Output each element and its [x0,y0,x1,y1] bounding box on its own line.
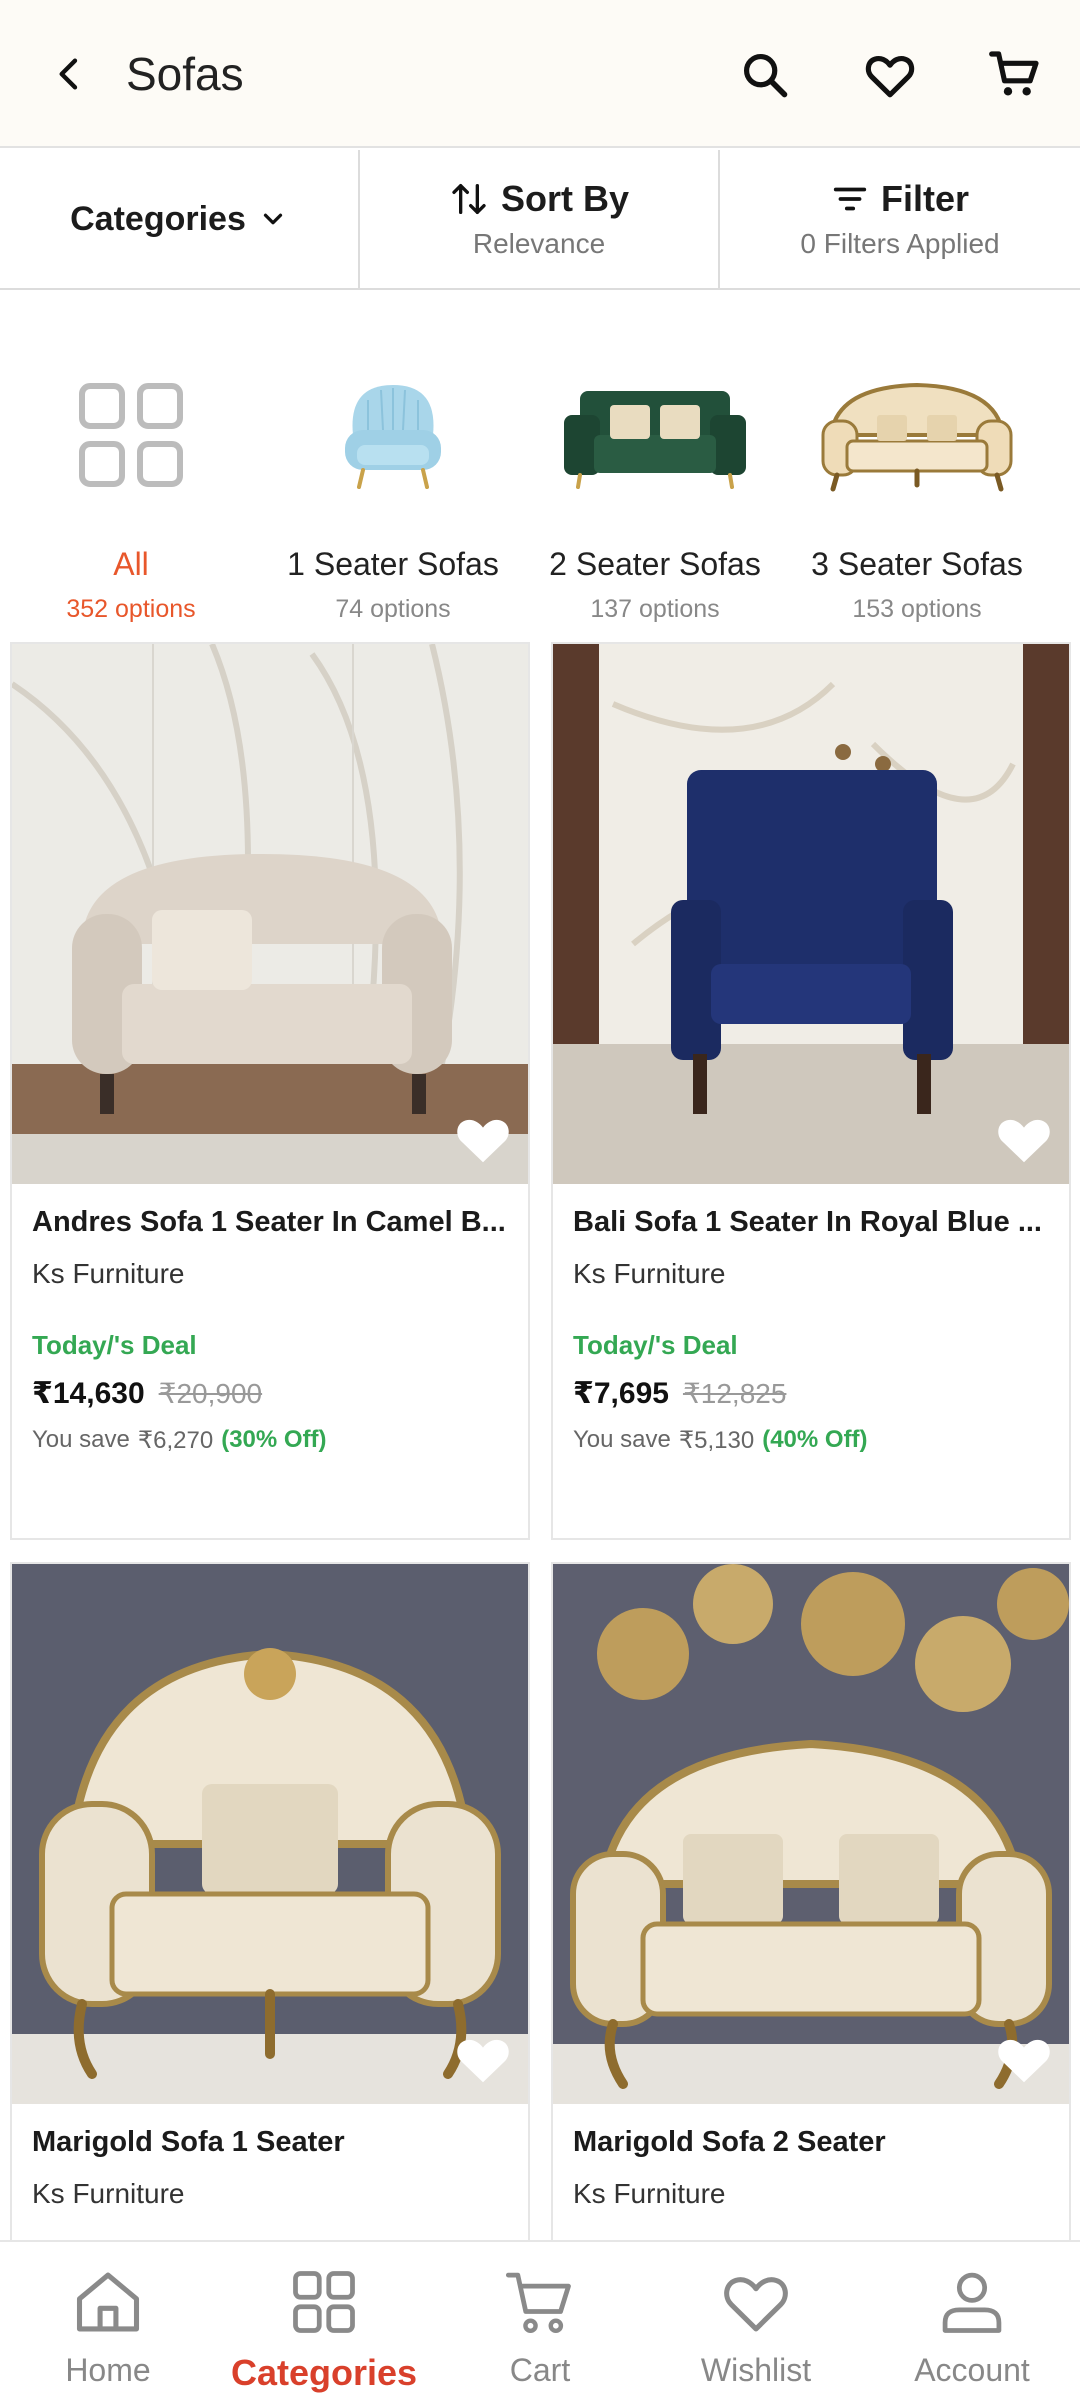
nav-label: Categories [230,2352,418,2393]
categories-icon [284,2262,364,2342]
discount-percent: (30% Off) [221,1426,327,1453]
nav-label: Account [914,2352,1030,2388]
back-arrow-icon [59,58,78,90]
list-toolbar: Categories Sort By Relevance Filter 0 Fi… [0,150,1080,290]
category-chip-count: 137 options [590,595,720,623]
all-categories-icon [21,360,241,510]
product-brand: Ks Furniture [573,1258,726,1289]
heart-icon [457,2039,509,2083]
add-to-wishlist-button[interactable] [448,2026,518,2092]
cart-icon [989,51,1039,96]
product-price: ₹14,630 [32,1377,145,1410]
sort-button[interactable]: Sort By Relevance [360,150,720,288]
category-chip-label: All [113,546,149,582]
heart-icon [716,2262,796,2342]
savings-prefix: You save [573,1426,671,1453]
nav-cart[interactable]: Cart [432,2242,648,2400]
product-image[interactable] [553,644,1069,1184]
discount-percent: (40% Off) [762,1426,868,1453]
product-mrp: ₹12,825 [682,1378,787,1409]
sort-value: Relevance [472,228,606,259]
three-seater-sofa-thumbnail [807,360,1027,510]
nav-wishlist[interactable]: Wishlist [648,2242,864,2400]
search-icon [743,53,788,98]
category-chip-label: 3 Seater Sofas [811,546,1023,582]
filter-button[interactable]: Filter 0 Filters Applied [720,150,1080,288]
category-chip-count: 352 options [66,595,196,623]
back-button[interactable] [40,44,100,104]
product-image[interactable] [553,1564,1069,2104]
cart-button[interactable] [980,40,1050,110]
category-chip-all[interactable]: All 352 options [0,360,262,626]
category-chip-2-seater[interactable]: 2 Seater Sofas 137 options [524,360,786,626]
product-name: Marigold Sofa 2 Seater [573,2126,886,2158]
wishlist-button[interactable] [855,40,925,110]
page-title: Sofas [126,48,244,100]
nav-home[interactable]: Home [0,2242,216,2400]
savings-amount: ₹5,130 [678,1427,755,1454]
savings-row: You save ₹5,130 (40% Off) [573,1426,868,1455]
category-chip-count: 74 options [335,595,451,623]
sort-label: Sort By [500,178,630,219]
category-chips: All 352 options 1 Seater Sofas 74 option… [0,360,1080,626]
category-chip-label: 1 Seater Sofas [287,546,499,582]
category-chip-count: 153 options [852,595,982,623]
cart-icon [500,2262,580,2342]
app-header: Sofas [0,0,1080,148]
product-name: Andres Sofa 1 Seater In Camel B... [32,1206,506,1238]
savings-amount: ₹6,270 [137,1427,214,1454]
filter-label: Filter [880,178,969,219]
savings-row: You save ₹6,270 (30% Off) [32,1426,327,1455]
product-brand: Ks Furniture [32,2178,185,2209]
add-to-wishlist-button[interactable] [989,1106,1059,1172]
home-icon [68,2262,148,2342]
account-icon [932,2262,1012,2342]
nav-label: Wishlist [700,2352,812,2388]
deal-badge: Today/'s Deal [32,1330,197,1360]
bottom-navigation: Home Categories Cart Wishlist Account [0,2240,1080,2400]
product-price: ₹7,695 [573,1377,669,1410]
sort-icon [452,184,486,214]
deal-badge: Today/'s Deal [573,1330,738,1360]
product-card[interactable]: Bali Sofa 1 Seater In Royal Blue ... Ks … [551,642,1071,1540]
price-row: ₹14,630 ₹20,900 [32,1376,262,1411]
filter-value: 0 Filters Applied [800,228,1000,259]
product-image[interactable] [12,1564,528,2104]
nav-label: Cart [509,2352,571,2388]
product-name: Bali Sofa 1 Seater In Royal Blue ... [573,1206,1042,1238]
two-seater-sofa-thumbnail [545,360,765,510]
product-name: Marigold Sofa 1 Seater [32,2126,345,2158]
nav-account[interactable]: Account [864,2242,1080,2400]
product-card[interactable]: Marigold Sofa 1 Seater Ks Furniture [10,1562,530,2262]
heart-icon [865,56,915,98]
one-seater-sofa-thumbnail [283,360,503,510]
add-to-wishlist-button[interactable] [448,1106,518,1172]
category-chip-label: 2 Seater Sofas [549,546,761,582]
product-brand: Ks Furniture [573,2178,726,2209]
heart-icon [457,1119,509,1163]
product-image[interactable] [12,644,528,1184]
product-brand: Ks Furniture [32,1258,185,1289]
filter-icon [833,187,867,211]
nav-categories[interactable]: Categories [216,2242,432,2400]
heart-icon [998,1119,1050,1163]
product-card[interactable]: Marigold Sofa 2 Seater Ks Furniture [551,1562,1071,2262]
price-row: ₹7,695 ₹12,825 [573,1376,786,1411]
heart-icon [998,2039,1050,2083]
add-to-wishlist-button[interactable] [989,2026,1059,2092]
search-button[interactable] [730,40,800,110]
categories-dropdown[interactable]: Categories [0,150,360,288]
product-mrp: ₹20,900 [158,1378,263,1409]
category-chip-3-seater[interactable]: 3 Seater Sofas 153 options [786,360,1048,626]
nav-label: Home [65,2352,151,2388]
categories-dropdown-label: Categories [70,199,246,238]
savings-prefix: You save [32,1426,130,1453]
category-chip-1-seater[interactable]: 1 Seater Sofas 74 options [262,360,524,626]
product-card[interactable]: Andres Sofa 1 Seater In Camel B... Ks Fu… [10,642,530,1540]
chevron-down-icon [263,213,282,225]
